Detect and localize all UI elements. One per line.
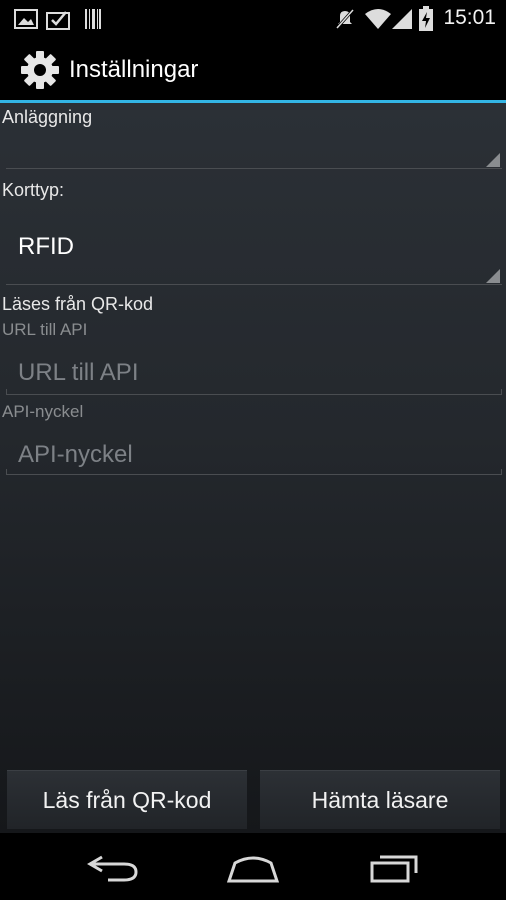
facility-spinner[interactable] [6,133,502,169]
api-url-placeholder: URL till API [18,359,139,386]
inbox-notification-icon [46,8,72,35]
status-time: 15:01 [443,6,496,29]
api-key-underline [6,474,502,475]
status-bar: 15:01 [0,0,506,38]
api-url-label: URL till API [2,320,88,339]
navigation-bar [0,833,506,900]
dropdown-corner-icon [486,153,500,167]
api-url-underline [6,394,502,395]
facility-underline [6,168,502,169]
facility-label: Anläggning [2,107,93,127]
dropdown-corner-icon [486,269,500,283]
home-icon[interactable] [225,851,281,885]
battery-charging-icon [418,6,434,37]
recents-icon[interactable] [368,851,424,885]
underline-tick [6,389,7,395]
card-type-label: Korttyp: [2,180,65,200]
mute-icon [334,8,356,35]
signal-icon [391,8,413,35]
back-icon[interactable] [86,851,142,885]
underline-tick [501,389,502,395]
fetch-readers-button[interactable]: Hämta läsare [260,770,500,829]
read-qr-button[interactable]: Läs från QR-kod [7,770,247,829]
page-title: Inställningar [69,56,199,83]
wifi-icon [364,8,392,35]
api-key-placeholder: API-nyckel [18,441,133,468]
barcode-notification-icon [84,8,102,35]
api-url-field[interactable]: URL till API [6,347,502,395]
action-bar: Inställningar [0,38,506,100]
gear-icon[interactable] [20,50,60,90]
underline-tick [501,469,502,475]
api-key-field[interactable]: API-nyckel [6,429,502,475]
api-key-label: API-nyckel [2,402,84,421]
settings-form: Anläggning Korttyp: RFID Läses från QR-k… [0,103,506,833]
card-type-underline [6,284,502,285]
card-type-value: RFID [18,233,74,260]
card-type-spinner[interactable]: RFID [6,207,502,285]
qr-section-label: Läses från QR-kod [2,294,154,314]
underline-tick [6,469,7,475]
screen: 15:01 Inställningar Anläggning Korttyp: … [0,0,506,900]
image-notification-icon [14,8,38,35]
